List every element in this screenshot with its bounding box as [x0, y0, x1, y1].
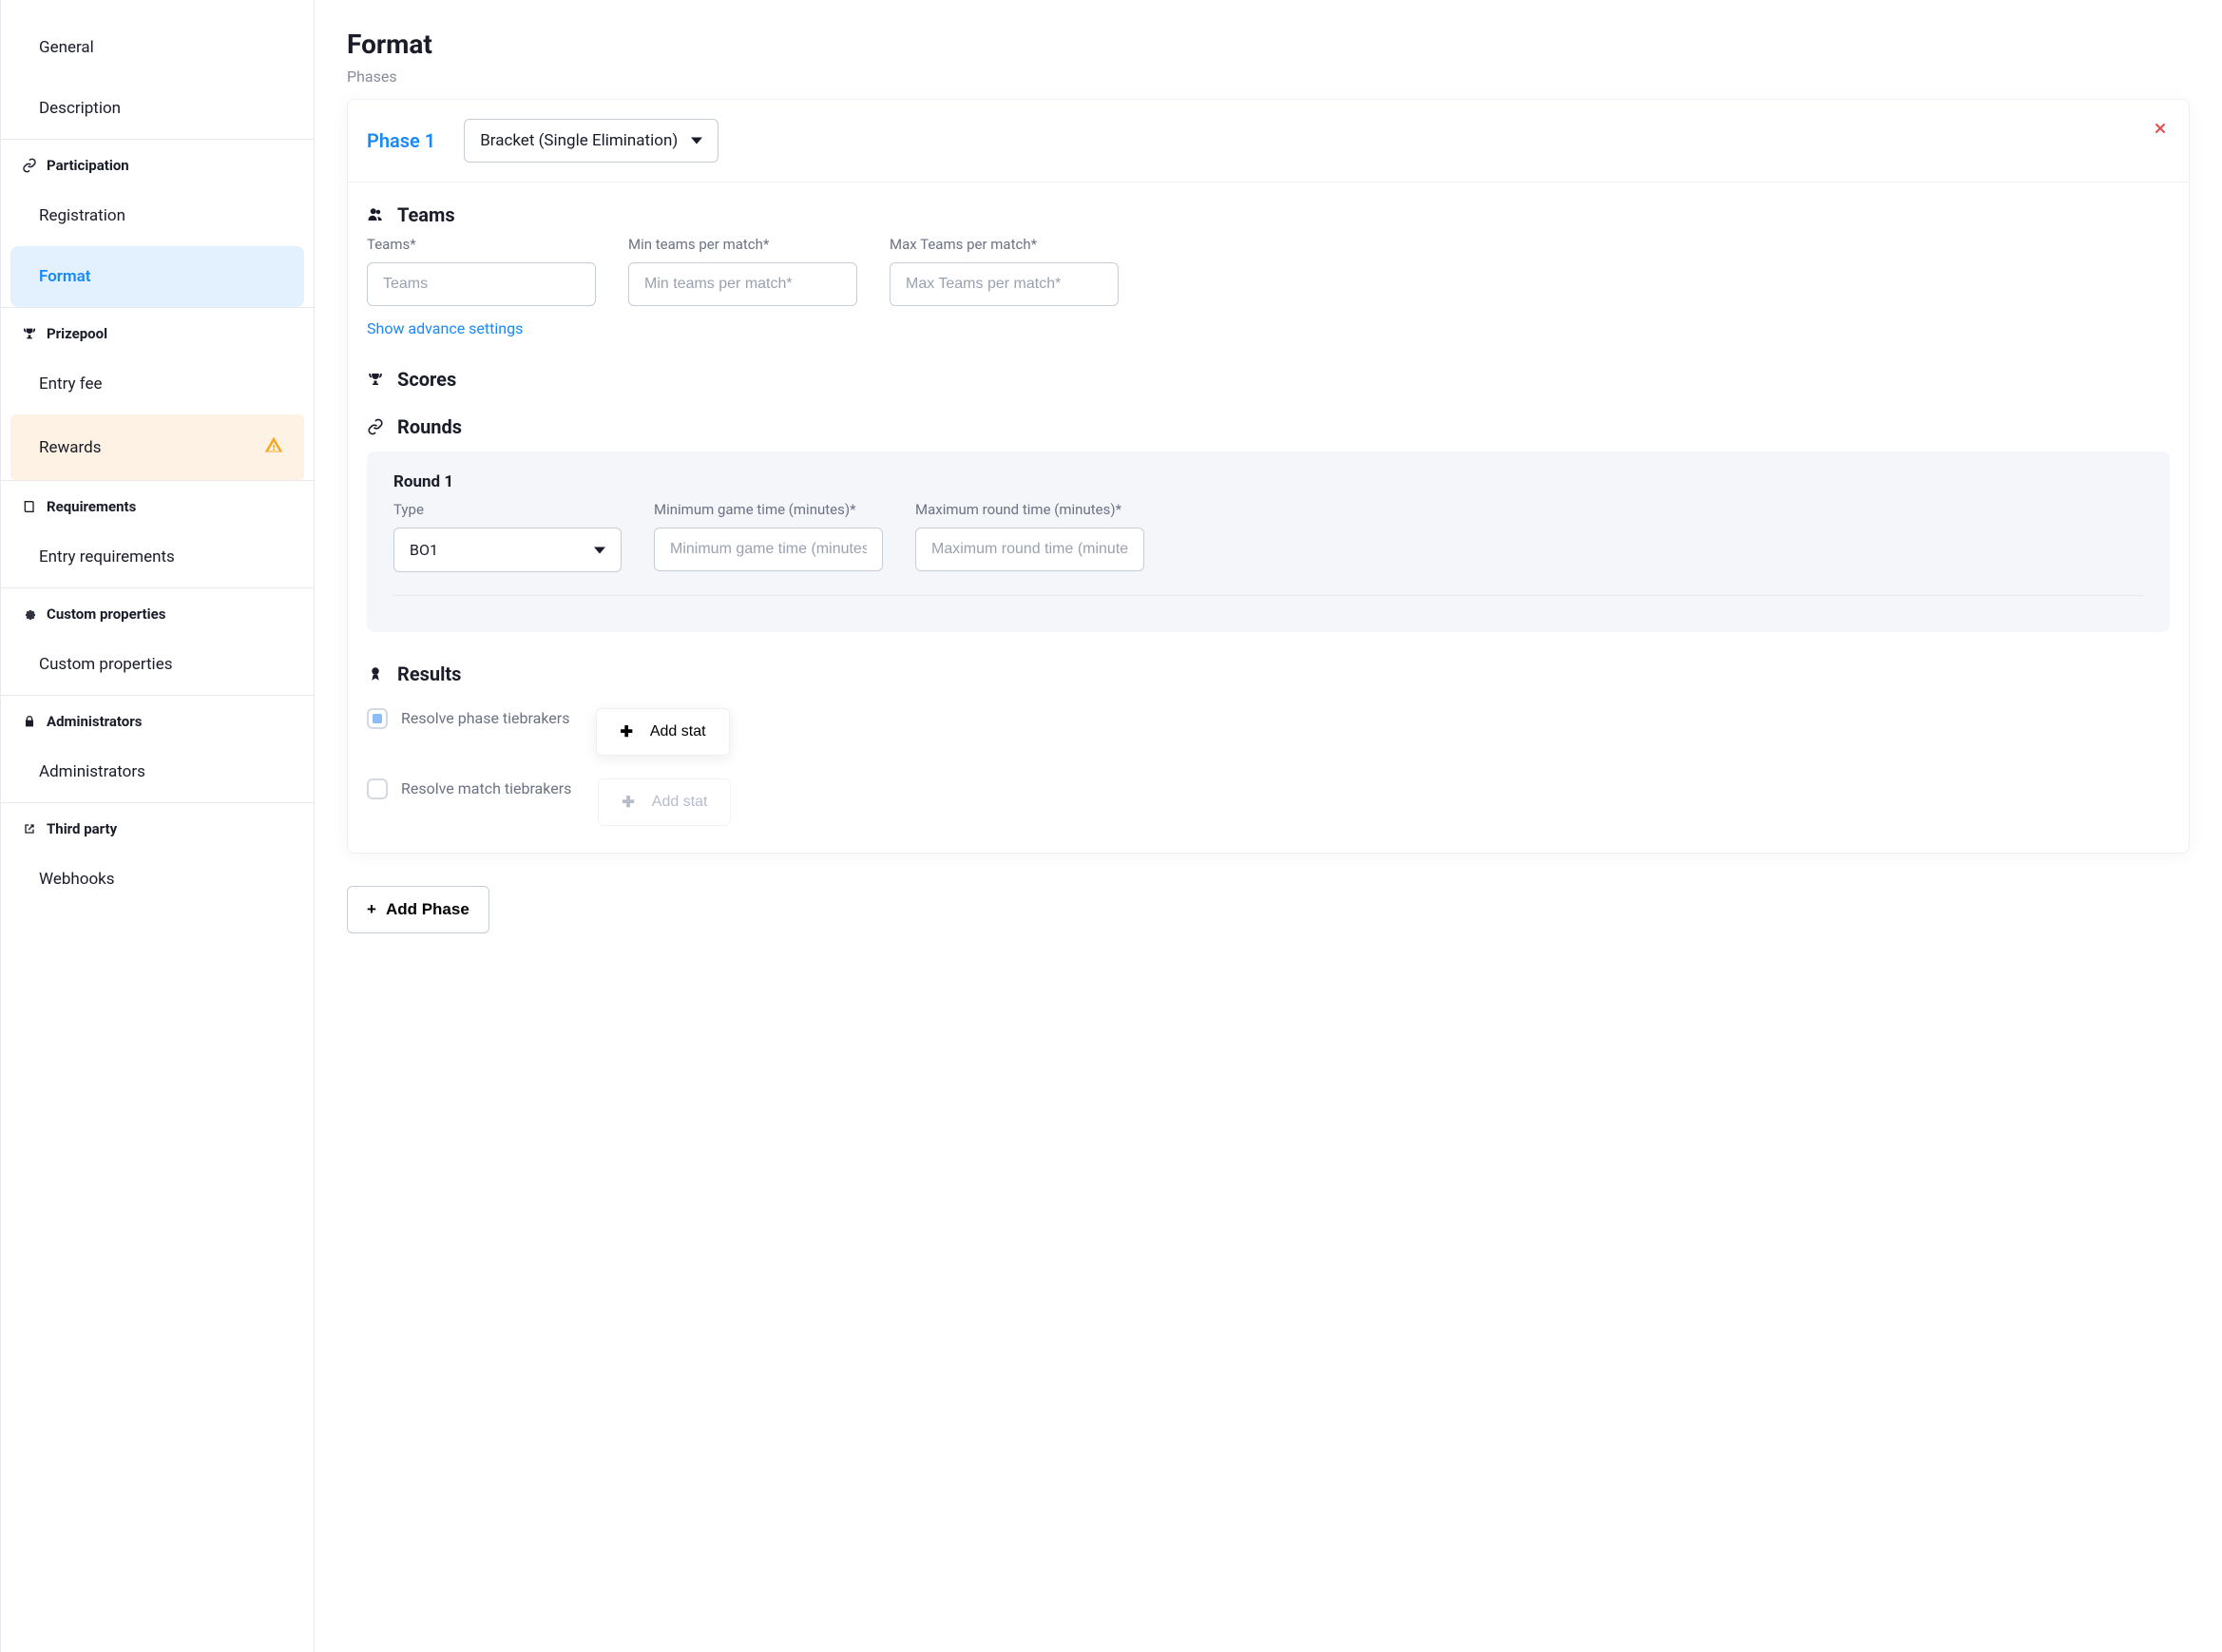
sidebar-item-custom-properties[interactable]: Custom properties	[1, 634, 314, 695]
phase-card: Phase 1 Bracket (Single Elimination) Tea…	[347, 99, 2190, 854]
add-stat-button[interactable]: ✚ Add stat	[596, 708, 729, 756]
add-phase-button[interactable]: + Add Phase	[347, 886, 489, 933]
sidebar-section-label: Participation	[47, 157, 129, 174]
plus-icon: ✚	[620, 722, 632, 741]
sidebar-item-registration[interactable]: Registration	[1, 185, 314, 246]
round-type-label: Type	[393, 501, 622, 518]
sidebar-section-third-party: Third party	[1, 802, 314, 849]
sidebar-item-administrators[interactable]: Administrators	[1, 741, 314, 802]
min-game-time-label: Minimum game time (minutes)*	[654, 501, 883, 518]
sidebar-section-administrators: Administrators	[1, 695, 314, 741]
results-heading: Results	[367, 663, 2170, 685]
sidebar-item-rewards[interactable]: Rewards	[10, 414, 304, 480]
max-round-time-input[interactable]	[915, 528, 1144, 571]
sidebar-section-prizepool: Prizepool	[1, 307, 314, 354]
sidebar-item-entry-requirements[interactable]: Entry requirements	[1, 527, 314, 587]
phase-label: Phase 1	[367, 129, 435, 152]
sidebar-item-entry-fee[interactable]: Entry fee	[1, 354, 314, 414]
gear-icon	[22, 606, 37, 622]
round-type-select[interactable]: BO1	[393, 528, 622, 572]
award-icon	[367, 665, 384, 682]
phase-header: Phase 1 Bracket (Single Elimination)	[348, 100, 2189, 182]
resolve-phase-tiebreakers-label: Resolve phase tiebrakers	[401, 708, 569, 729]
min-teams-input[interactable]	[628, 262, 857, 306]
resolve-phase-tiebreakers-checkbox[interactable]	[367, 708, 388, 729]
sidebar-item-general[interactable]: General	[1, 11, 314, 78]
lock-icon	[22, 714, 37, 729]
users-icon	[367, 206, 384, 223]
phase-delete-button[interactable]	[2153, 121, 2168, 140]
sidebar-section-label: Administrators	[47, 713, 142, 730]
plus-icon: ✚	[622, 793, 634, 812]
sidebar-section-custom-properties: Custom properties	[1, 587, 314, 634]
teams-heading: Teams	[367, 203, 2170, 226]
min-teams-field-label: Min teams per match*	[628, 236, 857, 253]
max-teams-field-label: Max Teams per match*	[890, 236, 1119, 253]
page-subtitle: Phases	[347, 67, 2190, 86]
warning-icon	[264, 435, 283, 459]
sidebar-section-label: Custom properties	[47, 605, 165, 623]
page-title: Format	[347, 29, 2190, 60]
main-content: Format Phases Phase 1 Bracket (Single El…	[315, 0, 2222, 1652]
scores-heading: Scores	[367, 368, 2170, 391]
close-icon	[2153, 121, 2168, 136]
rounds-heading: Rounds	[367, 415, 2170, 438]
link-icon	[22, 158, 37, 173]
sidebar-item-label: Rewards	[39, 438, 101, 457]
min-game-time-input[interactable]	[654, 528, 883, 571]
external-icon	[22, 821, 37, 836]
round-box: Round 1 Type BO1 Minimum game time (minu…	[367, 451, 2170, 632]
book-icon	[22, 499, 37, 514]
max-round-time-label: Maximum round time (minutes)*	[915, 501, 1144, 518]
sidebar-section-participation: Participation	[1, 139, 314, 185]
sidebar-section-requirements: Requirements	[1, 480, 314, 527]
trophy-icon	[22, 326, 37, 341]
sidebar: General Description Participation Regist…	[0, 0, 315, 1652]
phase-format-select[interactable]: Bracket (Single Elimination)	[464, 119, 718, 163]
round-title: Round 1	[393, 472, 2143, 491]
max-teams-input[interactable]	[890, 262, 1119, 306]
resolve-match-tiebreakers-checkbox[interactable]	[367, 778, 388, 799]
sidebar-section-label: Requirements	[47, 498, 136, 515]
sidebar-item-webhooks[interactable]: Webhooks	[1, 849, 314, 910]
teams-field-label: Teams*	[367, 236, 596, 253]
sidebar-item-format[interactable]: Format	[10, 246, 304, 307]
resolve-match-tiebreakers-label: Resolve match tiebrakers	[401, 778, 571, 799]
teams-input[interactable]	[367, 262, 596, 306]
trophy-icon	[367, 371, 384, 388]
add-stat-button-disabled: ✚ Add stat	[598, 778, 731, 826]
sidebar-item-description[interactable]: Description	[1, 78, 314, 139]
sidebar-section-label: Third party	[47, 820, 117, 837]
show-advance-settings-link[interactable]: Show advance settings	[367, 319, 523, 337]
sidebar-section-label: Prizepool	[47, 325, 107, 342]
round-divider	[393, 595, 2143, 596]
plus-icon: +	[367, 900, 376, 919]
link-icon	[367, 418, 384, 435]
